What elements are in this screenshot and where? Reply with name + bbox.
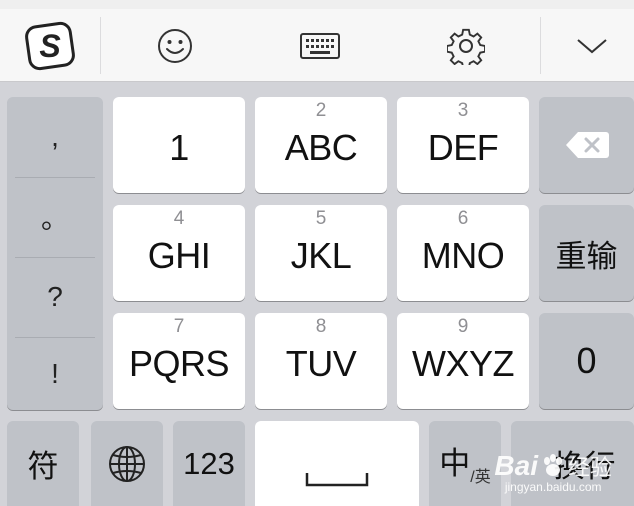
punct-period-key[interactable]: 。 — [7, 178, 103, 256]
key-letters: WXYZ — [412, 343, 515, 384]
toolbar: S — [0, 0, 634, 82]
globe-icon — [109, 445, 145, 482]
numbers-key[interactable]: 123 — [173, 421, 245, 506]
key-7-pqrs[interactable]: 7 PQRS — [113, 313, 245, 409]
punct-label: ! — [51, 358, 59, 389]
key-digit: 8 — [315, 316, 327, 337]
baidu-watermark: Bai 经验 jingyan.baidu.com — [494, 450, 612, 494]
backspace-key[interactable] — [539, 97, 634, 193]
key-digit: 9 — [457, 316, 469, 337]
punct-exclamation-key[interactable]: ! — [7, 338, 103, 410]
numbers-label: 123 — [183, 445, 235, 481]
key-9-wxyz[interactable]: 9 WXYZ — [397, 313, 529, 409]
zero-label: 0 — [576, 340, 597, 381]
key-letters: MNO — [421, 235, 505, 276]
key-digit: 4 — [173, 208, 185, 229]
settings-icon[interactable] — [440, 9, 492, 82]
watermark-url: jingyan.baidu.com — [504, 480, 602, 494]
key-letters: PQRS — [128, 343, 230, 384]
watermark-brand2: 经验 — [567, 455, 612, 480]
key-2-abc[interactable]: 2 ABC — [255, 97, 387, 193]
zero-key[interactable]: 0 — [539, 313, 634, 409]
punct-label: 。 — [40, 203, 69, 234]
punctuation-column: , 。 ? ! — [7, 97, 103, 410]
key-digit: 6 — [457, 208, 469, 229]
key-1[interactable]: 1 — [113, 97, 245, 193]
punct-label: , — [51, 121, 59, 152]
svg-text:S: S — [39, 28, 61, 64]
toolbar-divider — [100, 17, 101, 74]
emoji-icon[interactable] — [150, 9, 200, 82]
symbols-key[interactable]: 符 — [7, 421, 79, 506]
key-digit: 2 — [315, 100, 327, 121]
language-switch-key[interactable]: 中 /英 — [429, 421, 501, 506]
key-digit: 3 — [457, 100, 469, 121]
space-key[interactable] — [255, 421, 419, 506]
key-4-ghi[interactable]: 4 GHI — [113, 205, 245, 301]
paw-icon — [543, 454, 562, 476]
keyboard-icon[interactable] — [294, 9, 346, 82]
key-6-mno[interactable]: 6 MNO — [397, 205, 529, 301]
backspace-icon — [565, 132, 609, 158]
key-letters: 1 — [169, 127, 189, 168]
chevron-down-icon[interactable] — [566, 9, 618, 82]
punct-comma-key[interactable]: , — [7, 97, 103, 177]
punct-label: ? — [47, 281, 63, 312]
key-letters: TUV — [285, 343, 357, 384]
key-8-tuv[interactable]: 8 TUV — [255, 313, 387, 409]
toolbar-divider — [540, 17, 541, 74]
watermark-brand: Bai — [494, 450, 538, 481]
lang-main-label: 中 — [439, 446, 471, 481]
lang-sub-label: /英 — [470, 468, 491, 486]
space-icon — [305, 472, 369, 486]
key-5-jkl[interactable]: 5 JKL — [255, 205, 387, 301]
key-letters: GHI — [147, 235, 211, 276]
globe-key[interactable] — [91, 421, 163, 506]
reinput-label: 重输 — [555, 238, 618, 274]
punct-question-key[interactable]: ? — [7, 258, 103, 336]
key-letters: ABC — [284, 127, 358, 168]
key-digit: 5 — [315, 208, 327, 229]
symbols-label: 符 — [27, 449, 59, 484]
sogou-logo-icon[interactable]: S — [18, 9, 82, 82]
key-letters: DEF — [427, 127, 499, 168]
key-digit: 7 — [173, 316, 185, 337]
reinput-key[interactable]: 重输 — [539, 205, 634, 301]
key-3-def[interactable]: 3 DEF — [397, 97, 529, 193]
key-letters: JKL — [290, 235, 352, 276]
